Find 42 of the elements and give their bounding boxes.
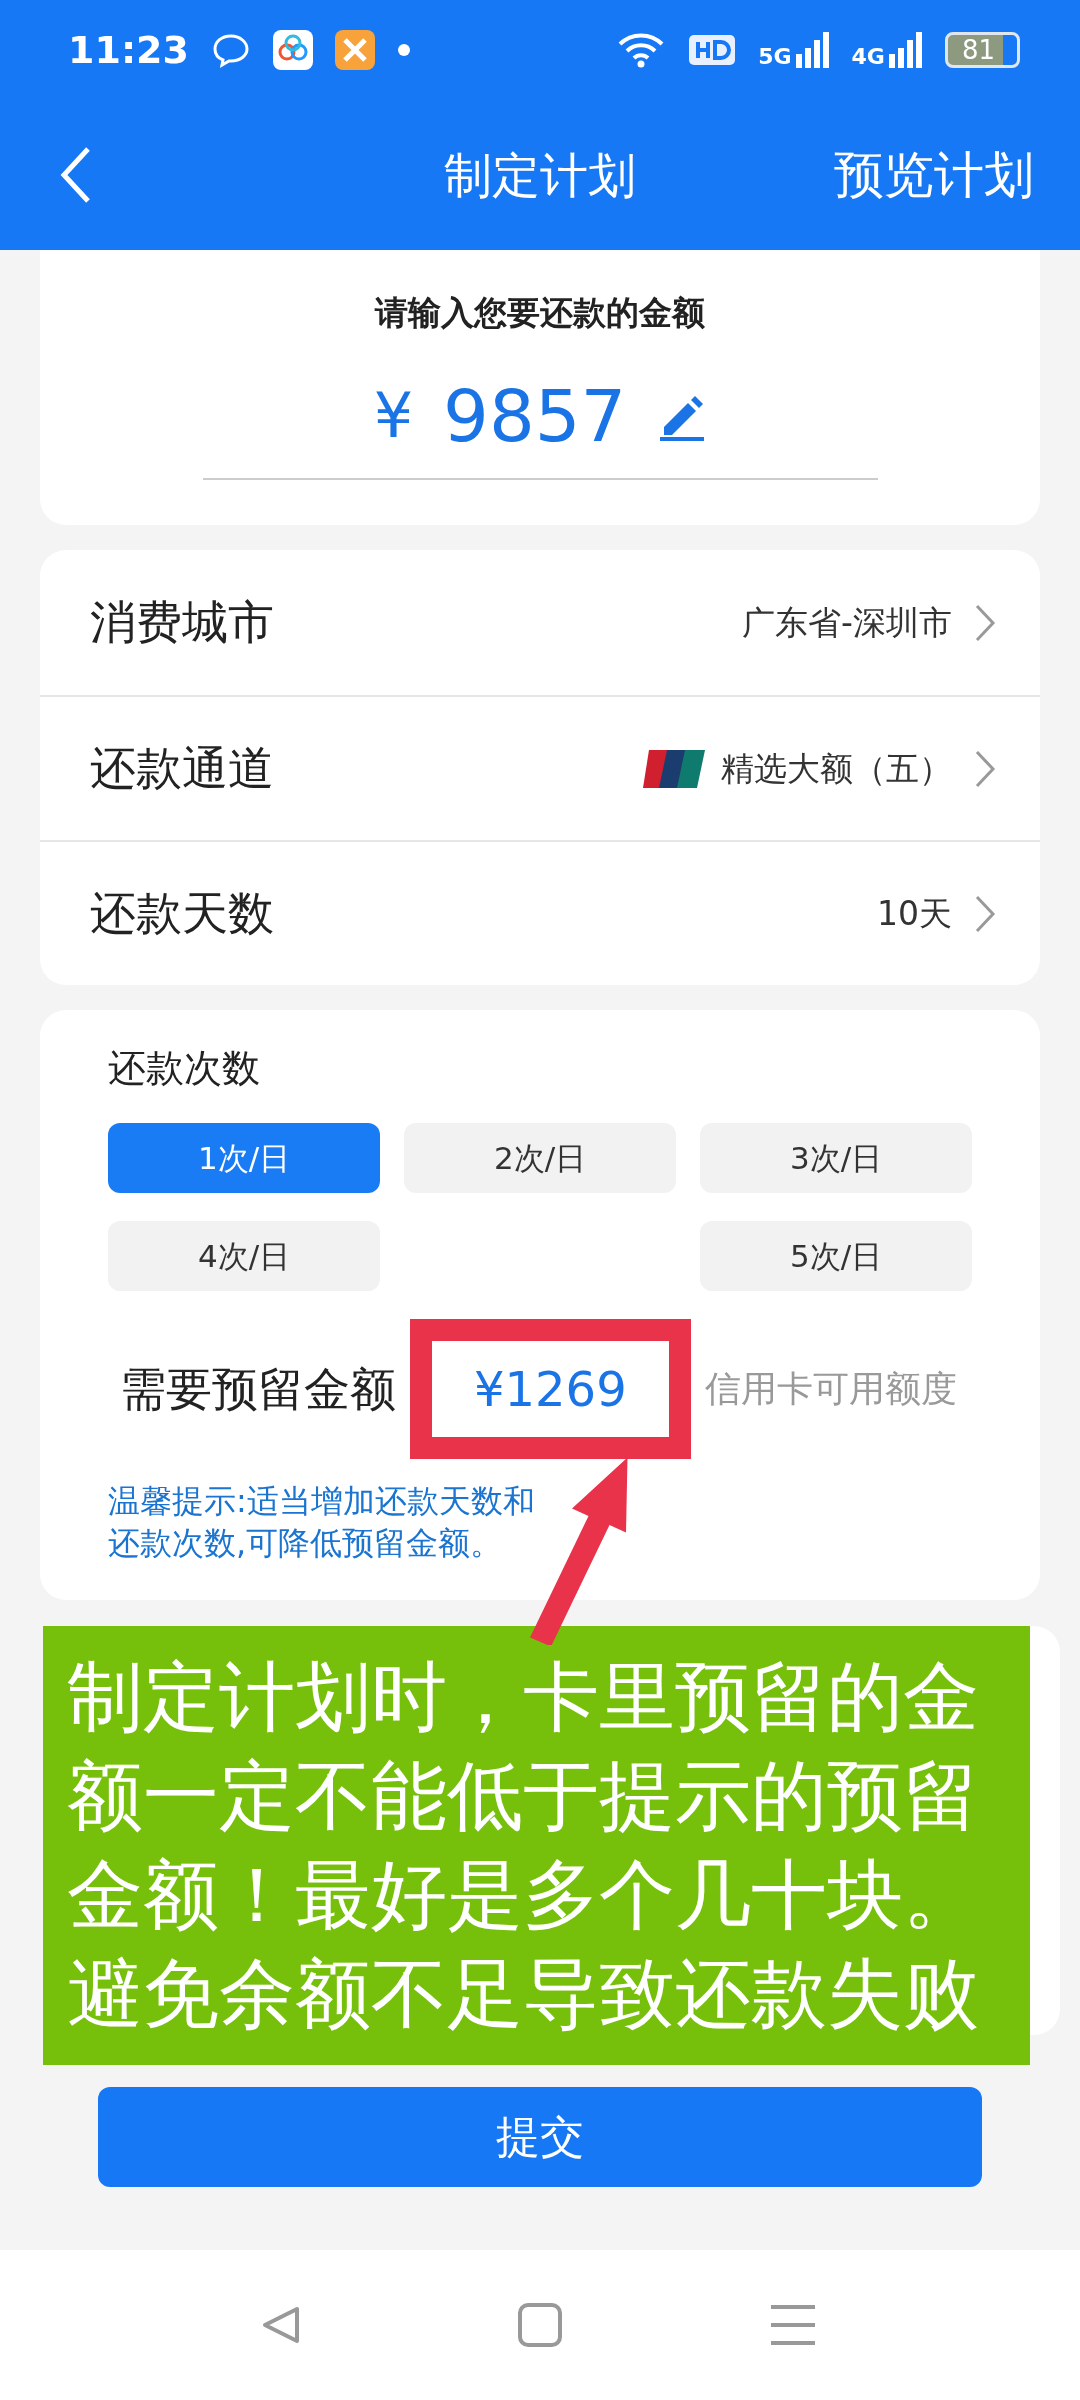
chevron-right-icon [974, 602, 996, 643]
reserve-label: 需要预留金额 [120, 1360, 396, 1418]
app-icon [272, 30, 313, 70]
amount-value: 9857 [443, 372, 627, 460]
settings-row[interactable]: 还款通道 精选大额（五） [40, 695, 1040, 840]
settings-row[interactable]: 还款天数 10天 [40, 840, 1040, 985]
submit-button[interactable]: 提交 [98, 2087, 982, 2188]
row-label: 消费城市 [90, 594, 274, 651]
chevron-right-icon [974, 748, 996, 789]
signal-icon [888, 32, 923, 68]
back-button[interactable] [60, 146, 92, 204]
bank-card-logo-icon [641, 747, 707, 790]
row-label: 还款通道 [90, 740, 274, 797]
tip-text: 温馨提示:适当增加还款天数和还款次数,可降低预留金额。 [108, 1481, 536, 1564]
section-title: 还款次数 [108, 1045, 261, 1092]
amount-prompt: 请输入您要还款的金额 [375, 292, 705, 334]
row-label: 还款天数 [90, 885, 274, 942]
row-value: 广东省-深圳市 [742, 601, 952, 644]
signal-icon [795, 32, 830, 68]
frequency-option[interactable]: 5次/日 [700, 1221, 972, 1291]
battery-indicator: 81 [944, 32, 1020, 68]
chevron-right-icon [974, 893, 996, 934]
row-value: 10天 [877, 892, 952, 935]
dot-icon [396, 43, 411, 57]
frequency-option[interactable]: 4次/日 [108, 1221, 380, 1291]
hd-icon [688, 33, 737, 67]
currency-symbol: ¥ [373, 378, 414, 454]
credit-limit-label: 信用卡可用额度 [704, 1367, 957, 1411]
page-title: 制定计划 [444, 147, 636, 203]
preview-plan-button[interactable]: 预览计划 [828, 136, 1040, 214]
app-icon [334, 30, 375, 70]
amount-input-field[interactable]: ¥ 9857 [202, 361, 878, 480]
frequency-option[interactable]: 1次/日 [108, 1123, 380, 1193]
clock-text: 11:23 [68, 26, 189, 74]
row-value: 精选大额（五） [721, 747, 952, 790]
annotation-banner: 制定计划时，卡里预留的金额一定不能低于提示的预留金额！最好是多个几十块。避免余额不足导致还款失败 [43, 1626, 1030, 2066]
frequency-option[interactable]: 3次/日 [700, 1123, 972, 1193]
network-label: 5G [758, 46, 792, 68]
network-label: 4G [851, 46, 885, 68]
settings-row[interactable]: 消费城市 广东省-深圳市 [40, 550, 1040, 695]
frequency-option[interactable]: 2次/日 [404, 1123, 676, 1193]
reserve-amount: ¥1269 [410, 1319, 691, 1459]
